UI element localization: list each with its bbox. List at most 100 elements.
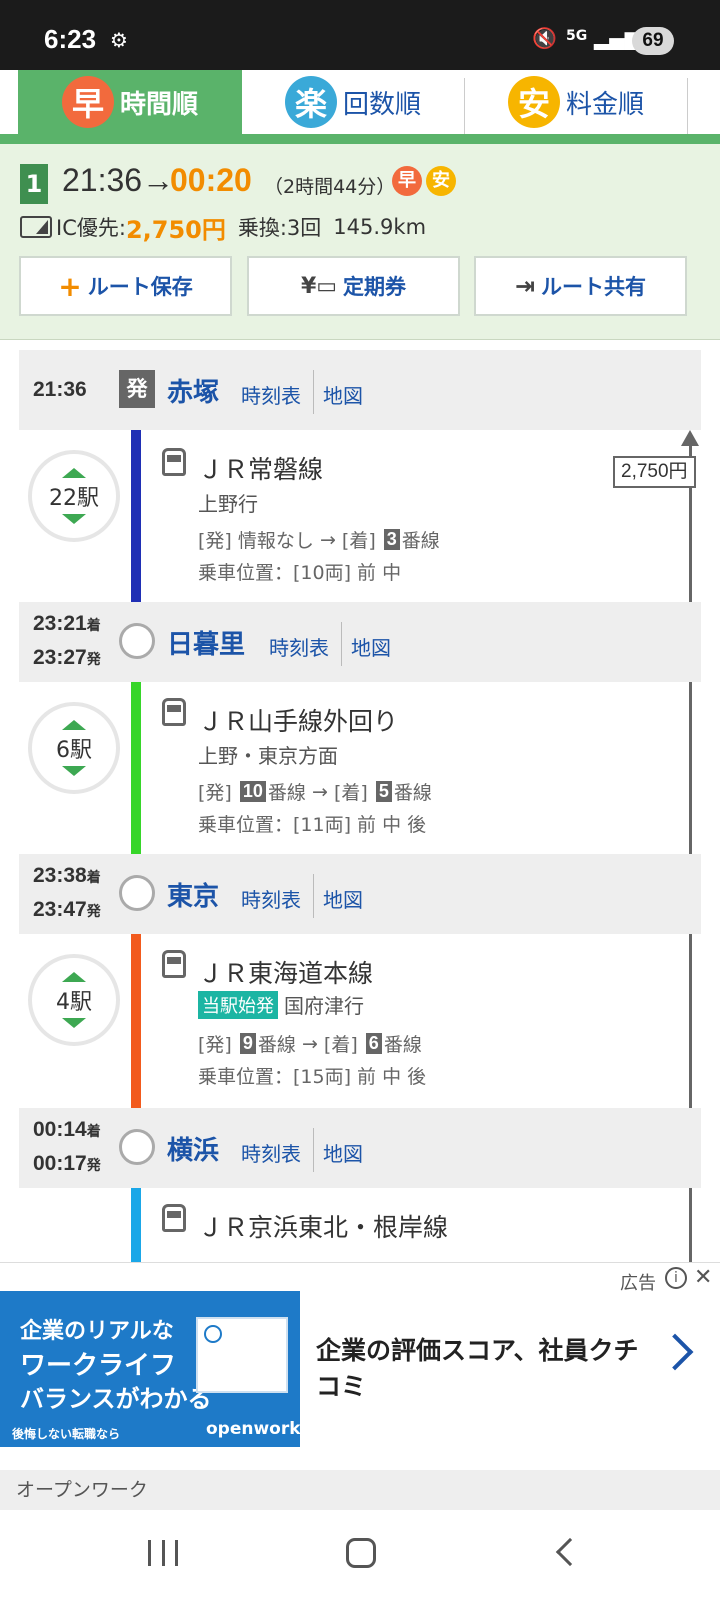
transfer-count: 乗換:3回 (237, 216, 322, 240)
commuter-pass-button[interactable]: ¥▭ 定期券 (247, 256, 460, 316)
battery-indicator: 69 (632, 27, 674, 55)
distance: 145.9km (333, 215, 427, 239)
expand-up-icon (62, 468, 86, 478)
ad-info-icon[interactable]: i (665, 1267, 687, 1289)
ic-card-icon (20, 216, 52, 238)
station-node (119, 623, 155, 659)
link-divider (313, 874, 314, 918)
share-route-label: ルート共有 (541, 275, 647, 299)
platform-arr-label: [着] (333, 782, 368, 804)
station-departure-time: 00:17発 (33, 1152, 101, 1175)
boarding-position: 乗車位置：[11両] 前 中 後 (198, 814, 427, 836)
platform-arrow: → (319, 528, 336, 551)
total-duration: （2時間44分） (264, 176, 396, 198)
platform-info: [発] 9 番線 → [着] 6 番線 (198, 1030, 422, 1057)
share-route-button[interactable]: ⇥ ルート共有 (474, 256, 687, 316)
fare-row: IC優先: 2,750円 乗換:3回 145.9km (20, 210, 426, 244)
map-link[interactable]: 地図 (323, 380, 363, 409)
ad-sponsor: オープンワーク (0, 1470, 720, 1510)
network-label: 5G (566, 28, 588, 44)
recent-apps-button[interactable] (148, 1540, 178, 1566)
station-akatsuka: 21:36 発 赤塚 時刻表 地図 (19, 350, 701, 430)
stop-count[interactable]: 6駅 (28, 702, 120, 794)
save-route-button[interactable]: + ルート保存 (19, 256, 232, 316)
tab-fare-order[interactable]: 安 料金順 (465, 70, 687, 134)
platform-dep-number: 9 (239, 1033, 256, 1054)
station-name[interactable]: 東京 (167, 876, 219, 913)
expand-down-icon (62, 766, 86, 776)
platform-dep-label: [発] (198, 530, 232, 552)
line-segment-yamanote (131, 656, 141, 872)
fare-label: IC優先: (56, 216, 126, 240)
platform-arr-number: 3 (383, 529, 400, 550)
station-departure-time: 23:47発 (33, 898, 101, 921)
destination-label: 国府津行 (284, 994, 364, 1018)
line-name[interactable]: ＪＲ京浜東北・根岸線 (198, 1208, 448, 1244)
station-arrival-time: 00:14着 (33, 1118, 101, 1141)
fast-badge-icon: 早 (392, 166, 422, 196)
stop-count-label: 6駅 (56, 738, 92, 763)
close-icon[interactable]: ✕ (694, 1265, 712, 1290)
map-link[interactable]: 地図 (351, 632, 391, 661)
expand-up-icon (62, 972, 86, 982)
timetable-link[interactable]: 時刻表 (269, 632, 329, 661)
station-name[interactable]: 日暮里 (167, 624, 245, 661)
home-button[interactable] (346, 1538, 376, 1568)
plus-icon: + (58, 269, 82, 303)
expand-down-icon (62, 514, 86, 524)
map-link[interactable]: 地図 (323, 1138, 363, 1167)
platform-suffix: 番線 (383, 1034, 422, 1056)
stop-count[interactable]: 4駅 (28, 954, 120, 1046)
train-icon (162, 448, 186, 476)
station-node (119, 1129, 155, 1165)
timetable-link[interactable]: 時刻表 (241, 884, 301, 913)
link-divider (313, 370, 314, 414)
cheap-badge-icon: 安 (507, 76, 560, 128)
tab-transfer-order[interactable]: 楽 回数順 (242, 70, 464, 134)
timetable-link[interactable]: 時刻表 (241, 380, 301, 409)
ad-headline[interactable]: 企業の評価スコア、社員クチコミ (316, 1333, 646, 1405)
stop-count[interactable]: 22駅 (28, 450, 120, 542)
station-arrival-time: 23:38着 (33, 864, 101, 887)
ad-banner-image[interactable]: 企業のリアルな ワークライフ バランスがわかる 後悔しない転職なら openwo… (0, 1291, 301, 1447)
departure-time: 21:36→ (62, 162, 175, 198)
commuter-pass-label: 定期券 (343, 275, 407, 299)
platform-arr-number: 5 (375, 781, 392, 802)
stop-count-label: 22駅 (49, 486, 99, 511)
expand-up-icon (62, 720, 86, 730)
tab-fare-order-label: 料金順 (565, 89, 644, 120)
arrival-time: 00:20 (170, 162, 252, 198)
station-name[interactable]: 赤塚 (167, 372, 219, 409)
share-icon: ⇥ (514, 272, 536, 300)
line-name[interactable]: ＪＲ東海道本線 (198, 954, 373, 990)
platform-arrow: → (301, 1032, 318, 1055)
platform-dep-label: [発] (198, 782, 232, 804)
back-button[interactable] (555, 1537, 585, 1567)
map-link[interactable]: 地図 (323, 884, 363, 913)
platform-arr-number: 6 (365, 1033, 382, 1054)
origin-station-tag: 当駅始発 (198, 990, 278, 1019)
platform-info: [発] 10 番線 → [着] 5 番線 (198, 778, 432, 805)
timetable-link[interactable]: 時刻表 (241, 1138, 301, 1167)
line-segment-tokaido (131, 908, 141, 1126)
chevron-right-icon[interactable] (656, 1333, 694, 1371)
line-destination: 上野・東京方面 (198, 744, 338, 768)
train-icon (162, 950, 186, 978)
advertisement: 広告 i ✕ 企業のリアルな ワークライフ バランスがわかる 後悔しない転職なら… (0, 1262, 720, 1470)
station-name[interactable]: 横浜 (167, 1130, 219, 1167)
ad-label: 広告 (620, 1273, 656, 1294)
platform-suffix: 番線 (267, 782, 306, 804)
station-arrival-time: 23:21着 (33, 612, 101, 635)
ad-banner-line2: ワークライフ (20, 1351, 177, 1381)
ad-banner-line1: 企業のリアルな (20, 1319, 174, 1344)
tab-time-order[interactable]: 早 時間順 (18, 70, 242, 134)
line-name[interactable]: ＪＲ常磐線 (198, 450, 323, 486)
platform-suffix: 番線 (257, 1034, 296, 1056)
platform-dep: 情報なし (237, 530, 314, 552)
line-segment-joban (131, 410, 141, 622)
platform-suffix: 番線 (401, 530, 440, 552)
line-name[interactable]: ＪＲ山手線外回り (198, 702, 398, 738)
cheap-badge-icon: 安 (426, 166, 456, 196)
segment-fare: 2,750円 (613, 456, 696, 488)
departure-mark: 発 (119, 370, 155, 408)
